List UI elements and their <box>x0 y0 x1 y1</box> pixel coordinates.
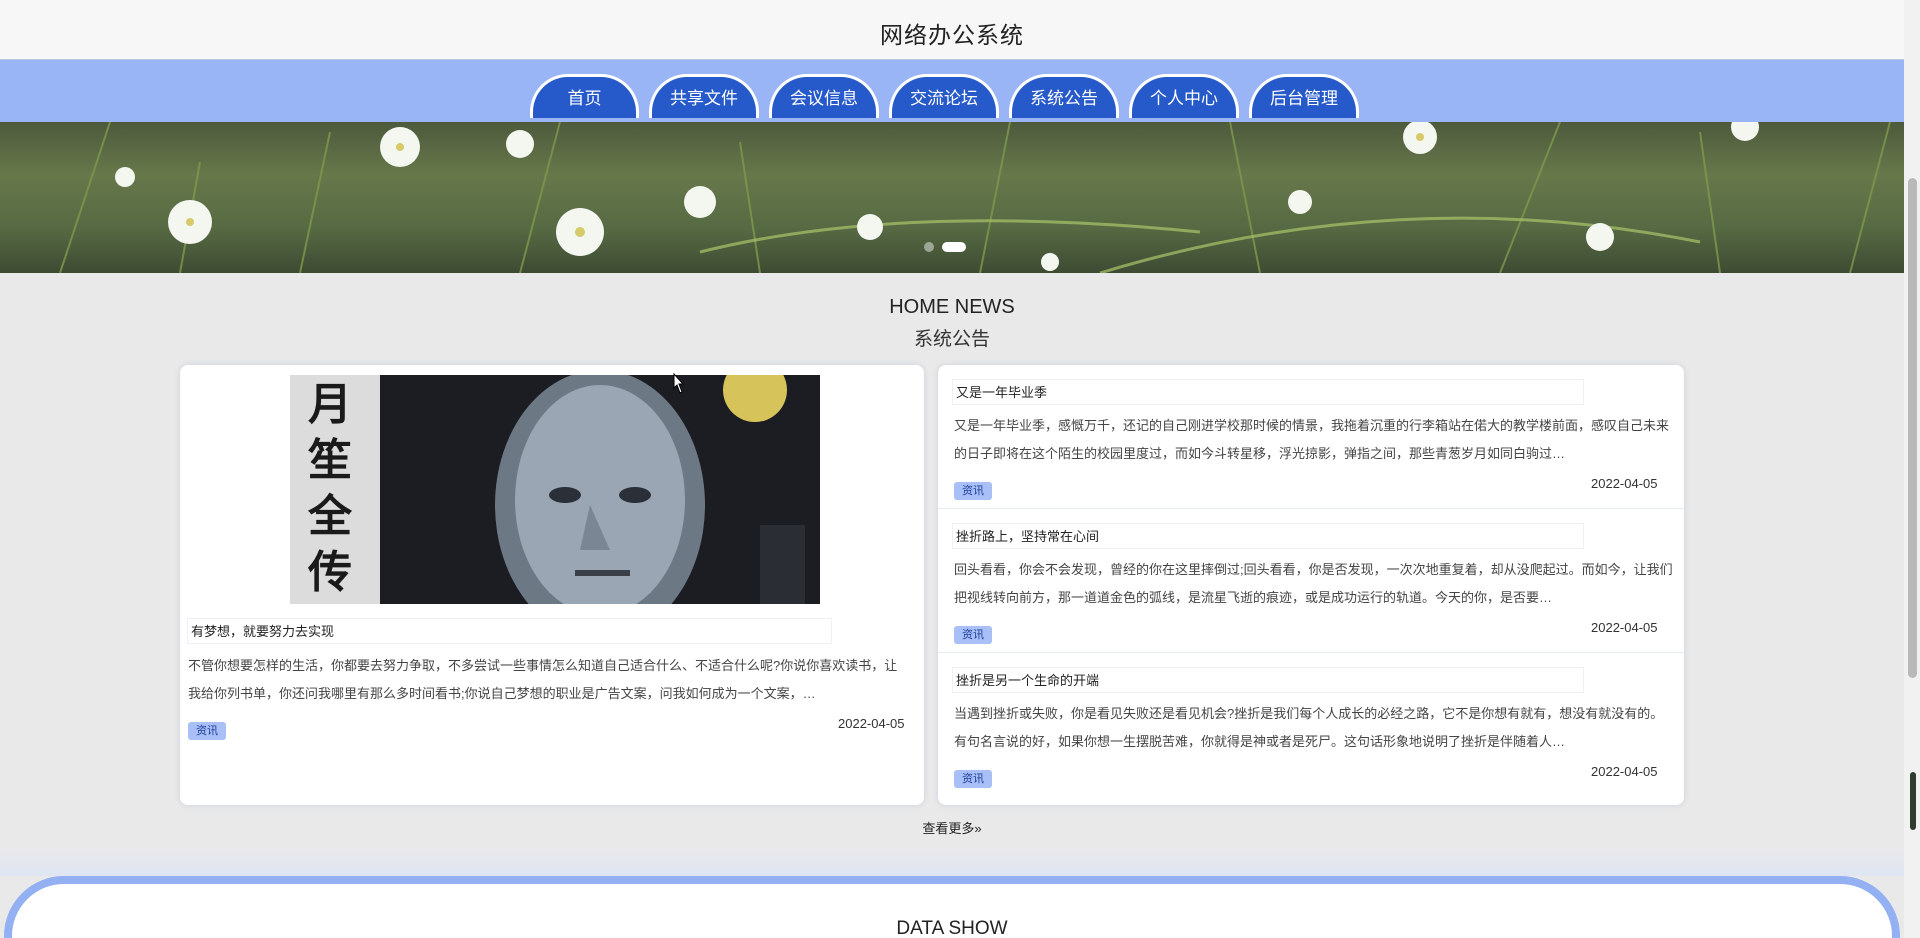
nav-tab-admin[interactable]: 后台管理 <box>1249 74 1359 118</box>
news-item-summary: 当遇到挫折或失败，你是看见失败还是看见机会?挫折是我们每个人成长的必经之路，它不… <box>954 700 1674 756</box>
news-item-tag[interactable]: 资讯 <box>954 770 992 788</box>
news-item-date: 2022-04-05 <box>1591 620 1658 635</box>
scrollbar-marker <box>1910 772 1916 830</box>
news-list-card: 又是一年毕业季 又是一年毕业季，感慨万千，还记的自己刚进学校那时候的情景，我拖着… <box>938 365 1684 805</box>
carousel-dot[interactable] <box>924 242 934 252</box>
news-item-date: 2022-04-05 <box>1591 764 1658 779</box>
news-divider <box>938 508 1684 509</box>
nav-tab-announcements[interactable]: 系统公告 <box>1009 74 1119 118</box>
news-item-title[interactable]: 又是一年毕业季 <box>952 379 1584 405</box>
page: 网络办公系统 首页 共享文件 会议信息 交流论坛 系统公告 个人中心 后台管理 <box>0 0 1904 938</box>
nav-tab-forum[interactable]: 交流论坛 <box>889 74 999 118</box>
news-item-summary: 回头看看，你会不会发现，曾经的你在这里摔倒过;回头看看，你是否发现，一次次地重复… <box>954 556 1674 612</box>
news-item-title[interactable]: 挫折是另一个生命的开端 <box>952 667 1584 693</box>
main-nav: 首页 共享文件 会议信息 交流论坛 系统公告 个人中心 后台管理 <box>0 60 1904 122</box>
site-title: 网络办公系统 <box>0 16 1904 50</box>
nav-tab-personal-center[interactable]: 个人中心 <box>1129 74 1239 118</box>
news-heading-en: HOME NEWS <box>0 296 1904 319</box>
vertical-scrollbar[interactable] <box>1904 0 1920 938</box>
nav-tabs: 首页 共享文件 会议信息 交流论坛 系统公告 个人中心 后台管理 <box>530 74 1359 118</box>
news-item-date: 2022-04-05 <box>1591 476 1658 491</box>
featured-news-image: 月笙全传 <box>290 375 820 604</box>
news-item-title[interactable]: 挫折路上，坚持常在心间 <box>952 523 1584 549</box>
news-heading-cn: 系统公告 <box>0 324 1904 351</box>
featured-news-summary: 不管你想要怎样的生活，你都要去努力争取，不多尝试一些事情怎么知道自己适合什么、不… <box>188 652 910 708</box>
news-item-tag[interactable]: 资讯 <box>954 626 992 644</box>
section-separator <box>0 848 1904 876</box>
site-header: 网络办公系统 <box>0 0 1904 60</box>
view-more-link[interactable]: 查看更多» <box>0 818 1904 837</box>
scrollbar-thumb[interactable] <box>1908 178 1917 678</box>
featured-news-title[interactable]: 有梦想，就要努力去实现 <box>187 618 832 644</box>
nav-tab-meetings[interactable]: 会议信息 <box>769 74 879 118</box>
mouse-cursor-icon <box>671 373 685 395</box>
nav-tab-shared-files[interactable]: 共享文件 <box>649 74 759 118</box>
book-cover-title: 月笙全传 <box>308 377 358 601</box>
news-item-tag[interactable]: 资讯 <box>954 482 992 500</box>
nav-tab-home[interactable]: 首页 <box>530 74 639 118</box>
featured-news-tag[interactable]: 资讯 <box>188 722 226 740</box>
news-item-summary: 又是一年毕业季，感慨万千，还记的自己刚进学校那时候的情景，我拖着沉重的行李箱站在… <box>954 412 1674 468</box>
news-divider <box>938 652 1684 653</box>
featured-news-date: 2022-04-05 <box>838 716 905 731</box>
carousel-indicators <box>924 242 966 252</box>
carousel-dot-active[interactable] <box>942 242 966 252</box>
data-show-title: DATA SHOW <box>0 918 1904 938</box>
featured-news-card[interactable]: 月笙全传 有梦想，就要努力去实现 不管你想要怎样的生活，你都要去努力争取，不多尝… <box>180 365 924 805</box>
